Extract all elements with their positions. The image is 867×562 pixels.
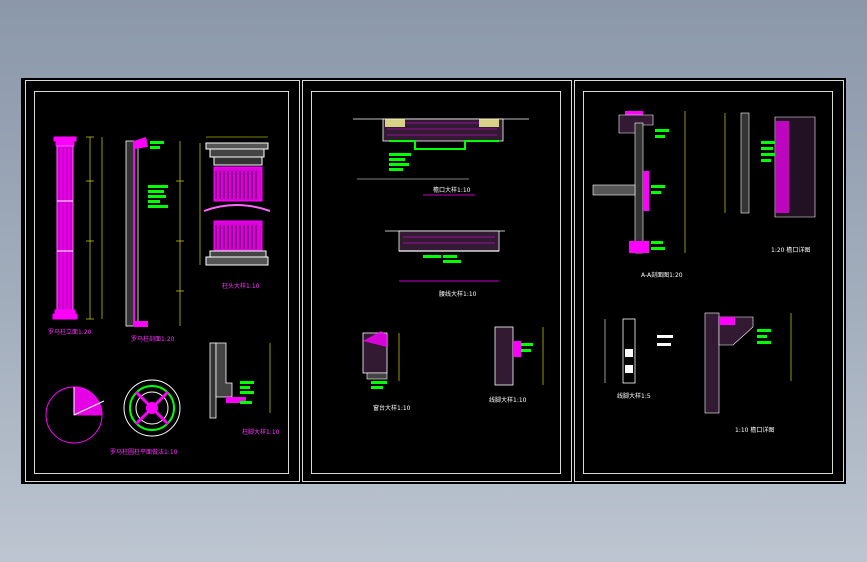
section-dimensions <box>176 141 184 326</box>
sheet2-title-1: 檐口大样1:10 <box>433 187 471 194</box>
column-elevation <box>52 136 78 320</box>
column-section-title: 罗马柱剖面1:20 <box>131 336 175 343</box>
column-section <box>125 137 148 327</box>
column-plan <box>123 379 181 437</box>
sheet-1: 罗马柱立面1:20 罗马柱剖面1:20 柱头大样1:10 罗马柱圆柱平面做法1:… <box>25 80 300 482</box>
molding-section <box>604 318 673 384</box>
sheet-2: 檐口大样1:10 腰线大样1:10 窗台大样1:10 线脚大样1:10 <box>302 80 572 482</box>
sheet3-title-a: A-A剖面图1:20 <box>641 272 683 279</box>
sheet2-title-2: 腰线大样1:10 <box>439 291 477 298</box>
base-detail <box>209 342 271 419</box>
column-plan-title: 罗马柱圆柱平面做法1:10 <box>110 449 178 456</box>
eave-detail-right <box>724 112 816 218</box>
sheet3-title-c: 线脚大样1:5 <box>617 393 651 400</box>
sheet2-title-3: 窗台大样1:10 <box>373 405 411 412</box>
molding-detail <box>494 326 544 386</box>
elevation-dimensions <box>86 136 103 320</box>
capital-detail <box>203 142 271 266</box>
eave-detail-lower <box>704 312 792 414</box>
sheet3-title-b: 1:20 檐口详图 <box>771 247 811 254</box>
sheet3-title-d: 1:10 檐口详图 <box>735 427 775 434</box>
circle-plan <box>45 386 105 444</box>
sheet-3: A-A剖面图1:20 1:20 檐口详图 线脚大样1:5 1:10 檐口详图 <box>574 80 844 482</box>
section-a-a <box>592 111 686 254</box>
sheet-3-drawings <box>592 111 816 414</box>
cornice-detail-1 <box>353 118 529 180</box>
column-elevation-title: 罗马柱立面1:20 <box>48 329 92 336</box>
sill-detail <box>362 331 400 389</box>
sheet-1-drawings <box>45 136 271 444</box>
cornice-detail-2 <box>385 230 505 282</box>
cad-drawing-canvas[interactable]: 罗马柱立面1:20 罗马柱剖面1:20 柱头大样1:10 罗马柱圆柱平面做法1:… <box>21 78 846 484</box>
section-callouts <box>148 141 168 208</box>
sheet-2-drawings <box>353 118 544 389</box>
capital-detail-title: 柱头大样1:10 <box>222 283 260 290</box>
base-detail-title: 柱脚大样1:10 <box>242 429 280 436</box>
sheet2-title-4: 线脚大样1:10 <box>489 397 527 404</box>
